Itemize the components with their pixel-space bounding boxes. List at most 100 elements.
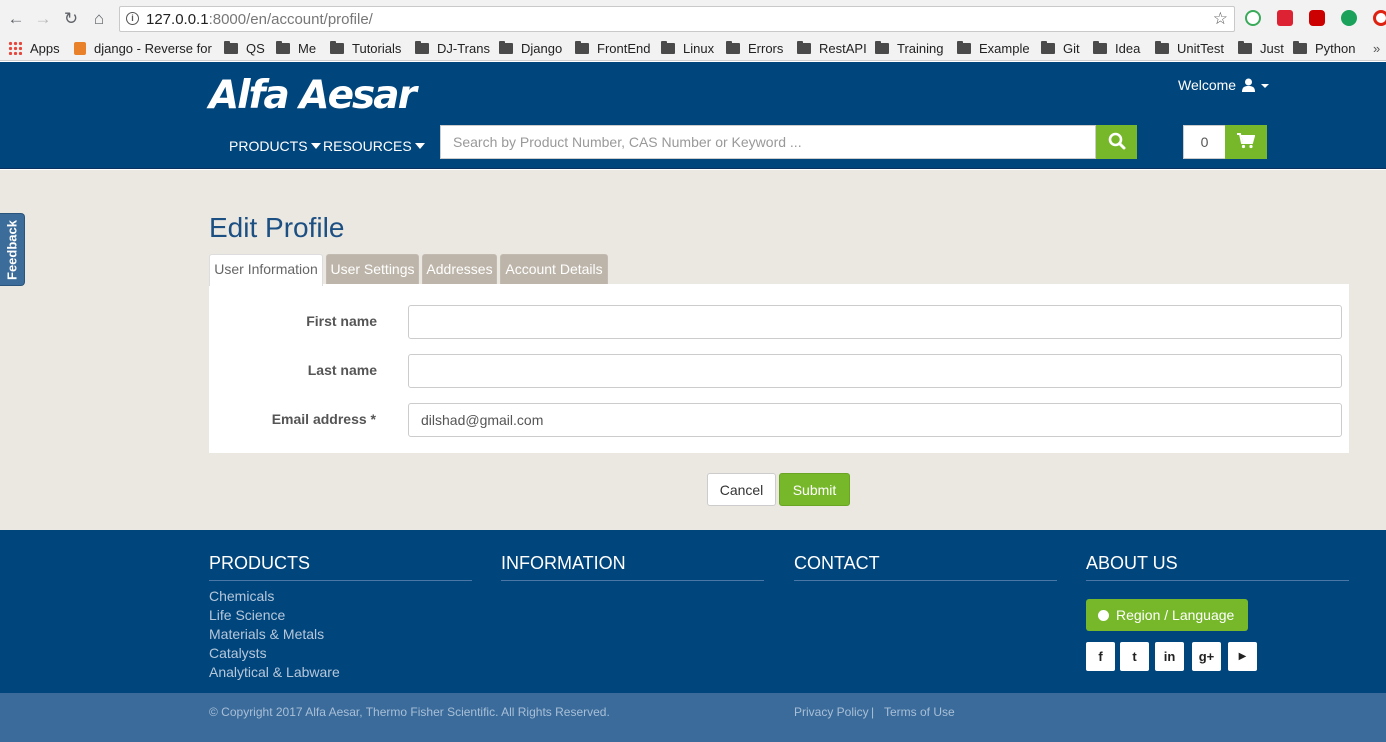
bookmark-folder-tutorials[interactable]: Tutorials [330,40,401,58]
footer-link-chemicals[interactable]: Chemicals [209,588,274,604]
linkedin-icon[interactable]: in [1155,642,1184,671]
last-name-field[interactable] [408,354,1342,388]
bookmark-folder-qs[interactable]: QS [224,40,265,58]
green-extension-icon[interactable] [1341,10,1357,26]
forward-icon[interactable]: → [33,9,53,29]
google-plus-icon[interactable]: g+ [1192,642,1221,671]
first-name-label: First name [306,313,377,329]
bookmark-label: FrontEnd [597,41,651,56]
bookmark-label: RestAPI [819,41,867,56]
folder-icon [797,41,811,54]
video-extension-icon[interactable] [1277,10,1293,26]
folder-icon [1293,41,1307,54]
footer-information-heading: INFORMATION [501,553,764,581]
bookmarks-overflow-icon[interactable]: » [1373,40,1380,58]
apps-grid-icon [8,41,22,55]
submit-button[interactable]: Submit [779,473,850,506]
cart-button[interactable] [1225,125,1267,159]
bookmark-django-reverse[interactable]: django - Reverse for [74,40,212,58]
folder-icon [1238,41,1252,54]
bookmark-folder-frontend[interactable]: FrontEnd [575,40,650,58]
bookmark-folder-just[interactable]: Just [1238,40,1284,58]
folder-icon [499,41,513,54]
page-title: Edit Profile [209,212,345,243]
chevron-down-icon [414,143,425,149]
stackoverflow-icon [74,42,86,55]
footer-about-heading: ABOUT US [1086,553,1349,581]
folder-icon [1155,41,1169,54]
bookmark-star-icon[interactable]: ☆ [1213,9,1228,29]
cart-icon [1237,132,1256,148]
nav-products[interactable]: PRODUCTS [229,138,321,154]
bookmark-folder-dj-trans[interactable]: DJ-Trans [415,40,490,58]
nav-resources[interactable]: RESOURCES [323,138,425,154]
bookmark-label: QS [246,41,265,56]
bookmark-folder-unittest[interactable]: UnitTest [1155,40,1224,58]
adblock-extension-icon[interactable] [1309,10,1325,26]
terms-of-use-link[interactable]: Terms of Use [884,705,955,719]
first-name-field[interactable] [408,305,1342,339]
folder-icon [1093,41,1107,54]
bookmark-folder-errors[interactable]: Errors [726,40,783,58]
footer-link-analytical-labware[interactable]: Analytical & Labware [209,664,340,680]
chevron-down-icon [310,143,321,149]
youtube-icon[interactable]: ▶ [1228,642,1257,671]
folder-icon [276,41,290,54]
privacy-policy-link[interactable]: Privacy Policy [794,705,869,719]
folder-icon [726,41,740,54]
tab-user-information[interactable]: User Information [209,254,323,286]
folder-icon [575,41,589,54]
bookmark-folder-restapi[interactable]: RestAPI [797,40,867,58]
site-header: Alfa Aesar Welcome PRODUCTS RESOURCES 0 [0,62,1386,169]
bookmark-folder-training[interactable]: Training [875,40,943,58]
last-name-label: Last name [307,362,377,378]
folder-icon [1041,41,1055,54]
bookmark-apps[interactable]: Apps [8,40,60,58]
chevron-down-icon [1260,84,1269,88]
folder-icon [415,41,429,54]
bookmark-label: Django [521,41,563,56]
tab-user-settings[interactable]: User Settings [326,254,419,285]
welcome-label: Welcome [1178,77,1237,93]
user-icon [1241,78,1255,92]
tab-addresses[interactable]: Addresses [422,254,497,285]
address-bar[interactable]: i 127.0.0.1:8000/en/account/profile/ ☆ [119,6,1235,32]
bookmark-label: Linux [683,41,715,56]
facebook-icon[interactable]: f [1086,642,1115,671]
tab-account-details[interactable]: Account Details [500,254,608,285]
legal-separator: | [871,705,875,719]
bookmark-folder-me[interactable]: Me [276,40,316,58]
footer-link-materials-metals[interactable]: Materials & Metals [209,626,324,642]
main-content: Feedback Edit Profile User Information U… [0,170,1386,530]
footer-link-catalysts[interactable]: Catalysts [209,645,267,661]
nav-products-label: PRODUCTS [229,138,308,154]
bookmark-folder-git[interactable]: Git [1041,40,1080,58]
search-input[interactable] [440,125,1096,159]
site-info-icon[interactable]: i [126,12,139,25]
globe-icon [1098,610,1109,621]
cart-count: 0 [1183,125,1225,159]
bookmark-folder-linux[interactable]: Linux [661,40,714,58]
opera-extension-icon[interactable] [1373,10,1386,26]
footer-link-life-science[interactable]: Life Science [209,607,285,623]
bookmark-folder-django[interactable]: Django [499,40,562,58]
twitter-icon[interactable]: t [1120,642,1149,671]
user-information-panel: First name Last name Email address * [209,284,1349,453]
reload-icon[interactable]: ↻ [61,9,81,29]
url-path: :8000/en/account/profile/ [208,11,373,28]
home-icon[interactable]: ⌂ [89,9,109,29]
bookmark-folder-idea[interactable]: Idea [1093,40,1140,58]
site-logo[interactable]: Alfa Aesar [209,73,417,118]
bookmark-folder-example[interactable]: Example [957,40,1030,58]
search-button[interactable] [1096,125,1137,159]
hangouts-extension-icon[interactable] [1245,10,1261,26]
bookmarks-bar: Apps django - Reverse for QS Me Tutorial… [0,37,1386,61]
folder-icon [661,41,675,54]
back-icon[interactable]: ← [6,9,26,29]
feedback-tab[interactable]: Feedback [0,213,25,286]
welcome-user-menu[interactable]: Welcome [1178,77,1269,93]
bookmark-folder-python[interactable]: Python [1293,40,1355,58]
cancel-button[interactable]: Cancel [707,473,776,506]
email-field[interactable] [408,403,1342,437]
region-language-button[interactable]: Region / Language [1086,599,1248,631]
